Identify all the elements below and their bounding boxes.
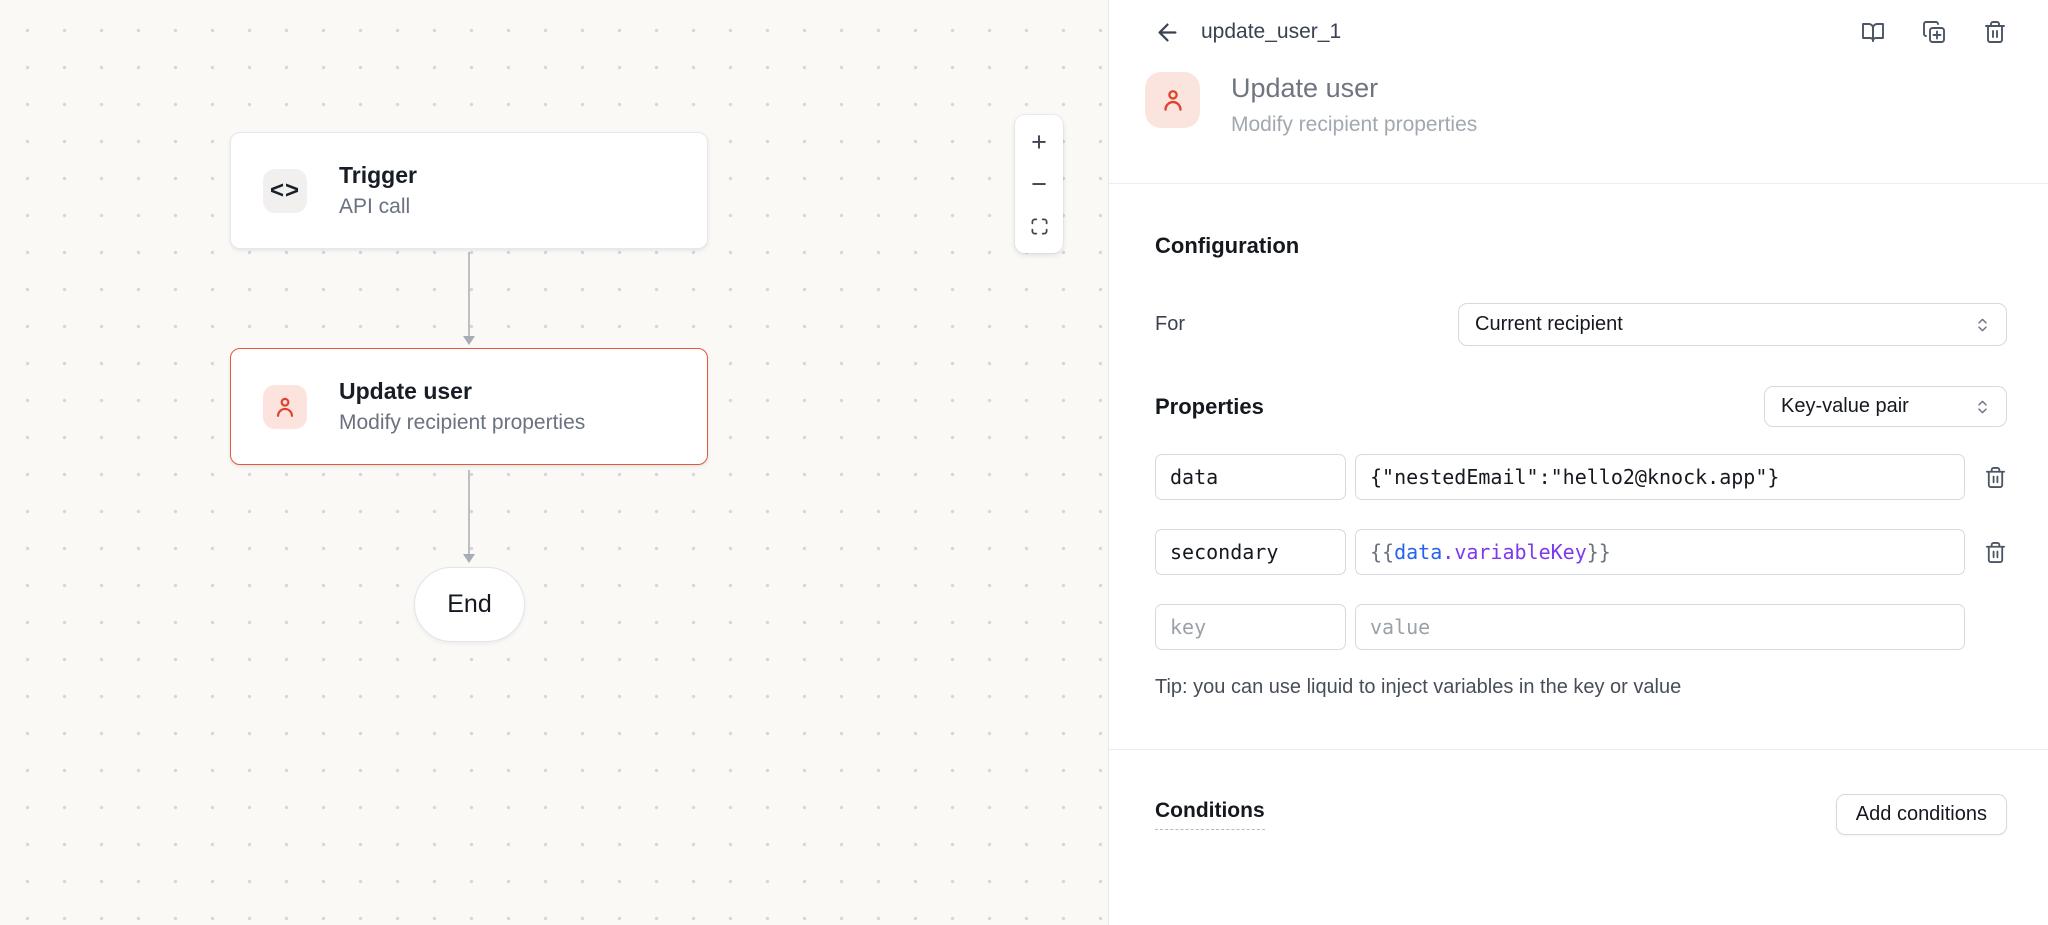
- for-label: For: [1155, 313, 1458, 336]
- code-icon: <>: [263, 169, 307, 213]
- plus-icon: +: [1031, 129, 1047, 156]
- step-detail-panel: update_user_1: [1108, 0, 2048, 925]
- for-select-value: Current recipient: [1475, 313, 1623, 336]
- conditions-section: Conditions Add conditions: [1109, 750, 2048, 835]
- workflow-canvas[interactable]: <> Trigger API call Update user Modify r…: [0, 0, 1108, 925]
- arrow-left-icon: [1154, 19, 1181, 46]
- node-subtitle: Modify recipient properties: [339, 411, 585, 435]
- step-key: update_user_1: [1201, 20, 1341, 44]
- node-title: Update user: [339, 378, 585, 405]
- configuration-heading: Configuration: [1155, 233, 2007, 259]
- liquid-property: variableKey: [1454, 540, 1586, 564]
- minus-icon: −: [1031, 171, 1047, 198]
- for-select[interactable]: Current recipient: [1458, 303, 2007, 346]
- key-input[interactable]: [1155, 529, 1346, 575]
- delete-row-button[interactable]: [1984, 466, 2007, 489]
- delete-row-button[interactable]: [1984, 541, 2007, 564]
- node-update-user[interactable]: Update user Modify recipient properties: [230, 348, 708, 465]
- back-button[interactable]: [1154, 19, 1181, 46]
- user-icon: [1145, 72, 1200, 128]
- configuration-section: Configuration For Current recipient Prop…: [1109, 184, 2048, 749]
- liquid-open-braces: {{: [1370, 540, 1394, 564]
- fit-view-icon: [1030, 217, 1049, 236]
- user-icon: [263, 385, 307, 429]
- node-subtitle: API call: [339, 195, 417, 219]
- canvas-zoom-controls: + −: [1015, 115, 1063, 253]
- step-subtitle: Modify recipient properties: [1231, 113, 1477, 137]
- liquid-dot: .: [1442, 540, 1454, 564]
- liquid-close-braces: }}: [1587, 540, 1611, 564]
- value-input[interactable]: [1355, 454, 1965, 500]
- key-input[interactable]: [1155, 604, 1346, 650]
- docs-button[interactable]: [1861, 20, 1885, 44]
- duplicate-step-button[interactable]: [1922, 20, 1946, 44]
- node-end[interactable]: End: [414, 567, 525, 642]
- delete-step-button[interactable]: [1983, 20, 2007, 44]
- key-value-row: {{data.variableKey}}: [1155, 529, 2007, 575]
- key-input[interactable]: [1155, 454, 1346, 500]
- node-title: Trigger: [339, 162, 417, 189]
- key-value-row: [1155, 454, 2007, 500]
- end-label: End: [447, 590, 491, 619]
- for-field-row: For Current recipient: [1155, 303, 2007, 346]
- book-open-icon: [1861, 20, 1885, 44]
- liquid-object: data: [1394, 540, 1442, 564]
- trash-icon: [1983, 20, 2007, 44]
- chevrons-up-down-icon: [1974, 396, 1991, 418]
- zoom-in-button[interactable]: +: [1015, 123, 1063, 161]
- properties-heading: Properties: [1155, 394, 1264, 420]
- step-hero: Update user Modify recipient properties: [1109, 64, 2048, 183]
- code-glyph: <>: [270, 179, 300, 203]
- trash-icon: [1984, 466, 2007, 489]
- node-trigger[interactable]: <> Trigger API call: [230, 132, 708, 249]
- fit-view-button[interactable]: [1015, 207, 1063, 245]
- step-title: Update user: [1231, 73, 1477, 104]
- properties-mode-select[interactable]: Key-value pair: [1764, 386, 2007, 427]
- header-actions: [1861, 20, 2007, 44]
- properties-mode-value: Key-value pair: [1781, 395, 1909, 418]
- value-input[interactable]: [1355, 604, 1965, 650]
- chevrons-up-down-icon: [1974, 314, 1991, 336]
- key-value-row: [1155, 604, 2007, 650]
- zoom-out-button[interactable]: −: [1015, 165, 1063, 203]
- copy-plus-icon: [1922, 20, 1946, 44]
- conditions-heading: Conditions: [1155, 799, 1265, 830]
- add-conditions-button[interactable]: Add conditions: [1836, 794, 2007, 835]
- liquid-tip-text: Tip: you can use liquid to inject variab…: [1155, 676, 2007, 699]
- value-input[interactable]: {{data.variableKey}}: [1355, 529, 1965, 575]
- properties-field-row: Properties Key-value pair: [1155, 386, 2007, 427]
- key-value-rows: {{data.variableKey}}: [1155, 454, 2007, 650]
- trash-icon: [1984, 541, 2007, 564]
- panel-header: update_user_1: [1109, 0, 2048, 64]
